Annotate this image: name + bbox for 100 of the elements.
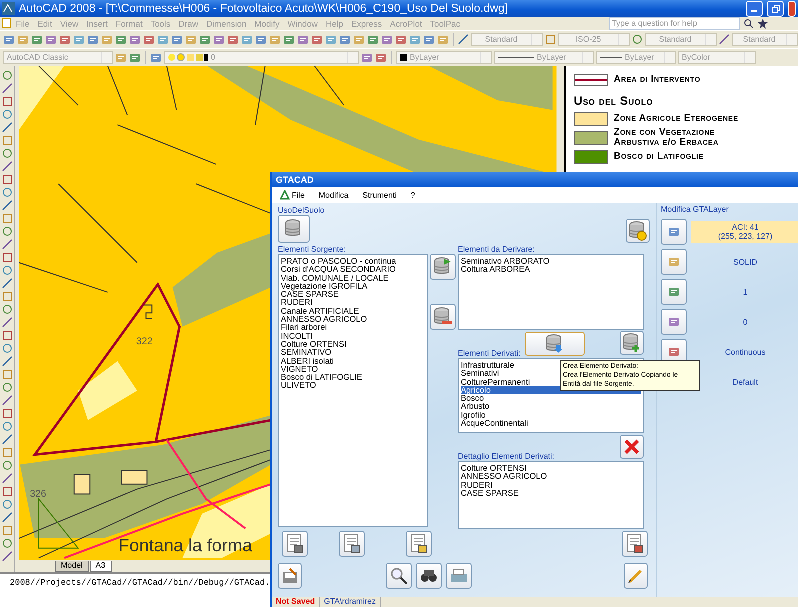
- settings-button[interactable]: [339, 531, 365, 557]
- toolbar-icon[interactable]: [59, 34, 71, 46]
- tool-icon[interactable]: [2, 382, 12, 393]
- list-item[interactable]: AcqueContinentali: [461, 419, 641, 428]
- tool-icon[interactable]: [2, 96, 12, 107]
- toolbar-icon[interactable]: [157, 34, 169, 46]
- minimize-button[interactable]: [746, 0, 763, 16]
- restore-button[interactable]: [767, 0, 784, 16]
- list-item[interactable]: Igrofilo: [461, 410, 641, 420]
- database-info-button[interactable]: [626, 219, 650, 243]
- list-item[interactable]: VIGNETO: [281, 364, 425, 374]
- toolbar-icon[interactable]: [395, 34, 407, 46]
- toolbar-icon[interactable]: [227, 34, 239, 46]
- toolbar-icon[interactable]: [668, 226, 680, 238]
- toolbar-icon[interactable]: [3, 34, 15, 46]
- toolbar-icon[interactable]: [437, 34, 449, 46]
- list-item[interactable]: Colture ORTENSI: [461, 464, 641, 472]
- toolbar-icon[interactable]: [129, 34, 141, 46]
- toolbar-icon[interactable]: [423, 34, 435, 46]
- list-item[interactable]: ANNESSO AGRICOLO: [461, 472, 641, 481]
- tool-icon[interactable]: [2, 486, 12, 497]
- menu-item[interactable]: File: [280, 190, 305, 200]
- print-button[interactable]: [622, 531, 648, 557]
- list-item[interactable]: Colture ORTENSI: [281, 340, 425, 348]
- toolbar-icon[interactable]: [311, 34, 323, 46]
- tool-icon[interactable]: [719, 34, 730, 45]
- draw-button[interactable]: [624, 563, 648, 589]
- toolbar-icon[interactable]: [31, 34, 43, 46]
- list-item[interactable]: CASE SPARSE: [281, 290, 425, 298]
- list-item[interactable]: ALBERI isolati: [281, 356, 425, 365]
- toolbar-icon[interactable]: [375, 52, 387, 64]
- toolbar-icon[interactable]: [185, 34, 197, 46]
- tool-icon[interactable]: [2, 265, 12, 276]
- edit-button[interactable]: [406, 531, 432, 557]
- tool-icon[interactable]: [458, 34, 469, 45]
- toolbar-icon[interactable]: [668, 346, 680, 358]
- toolbar-icon[interactable]: [255, 34, 267, 46]
- layout-tab[interactable]: Model: [55, 561, 89, 572]
- derive-list[interactable]: Seminativo ARBORATO Coltura ARBOREA: [458, 254, 644, 330]
- toolbar-icon[interactable]: [213, 34, 225, 46]
- tool-icon[interactable]: [2, 356, 12, 367]
- create-derived-button[interactable]: [524, 332, 585, 356]
- tool-icon[interactable]: [2, 395, 12, 406]
- list-item[interactable]: INCOLTI: [281, 332, 425, 340]
- list-item[interactable]: Arbusto: [461, 402, 641, 411]
- search-button[interactable]: [386, 563, 412, 589]
- tool-icon[interactable]: [2, 187, 12, 198]
- menu-item[interactable]: ?: [410, 190, 416, 200]
- list-item[interactable]: Viab. COMUNALE / LOCALE: [281, 274, 425, 282]
- tool-icon[interactable]: [2, 278, 12, 289]
- toolbar-icon[interactable]: [199, 34, 211, 46]
- toolbar-icon[interactable]: [143, 34, 155, 46]
- toolbar-icon[interactable]: [241, 34, 253, 46]
- save-button[interactable]: [278, 563, 302, 589]
- toolbar-icon[interactable]: [171, 34, 183, 46]
- close-button[interactable]: [788, 0, 796, 16]
- toolbar-icon[interactable]: [367, 34, 379, 46]
- tool-icon[interactable]: [2, 330, 12, 341]
- list-item[interactable]: Vegetazione IGROFILA: [281, 282, 425, 290]
- list-item[interactable]: Corsi d'ACQUA SECONDARIO: [281, 265, 425, 274]
- list-item[interactable]: Seminativo ARBORATO: [461, 257, 641, 266]
- tool-icon[interactable]: [2, 148, 12, 159]
- list-item[interactable]: RUDERI: [461, 480, 641, 489]
- toolbar-icon[interactable]: [668, 316, 680, 328]
- list-item[interactable]: ANNESSO AGRICOLO: [281, 315, 425, 324]
- color-button[interactable]: [661, 219, 687, 245]
- remove-button[interactable]: [430, 304, 456, 330]
- add-button[interactable]: [430, 254, 456, 280]
- tool-icon[interactable]: [2, 109, 12, 120]
- toolbar-icon[interactable]: [361, 52, 373, 64]
- toolbar-icon[interactable]: [325, 34, 337, 46]
- tool-icon[interactable]: [2, 538, 12, 549]
- list-item[interactable]: ULIVETO: [281, 381, 425, 390]
- tool-icon[interactable]: [2, 122, 12, 133]
- toolbar-icon[interactable]: [339, 34, 351, 46]
- tool-icon[interactable]: [2, 174, 12, 185]
- menu-item[interactable]: Strumenti: [362, 190, 397, 200]
- toolbar-icon[interactable]: [353, 34, 365, 46]
- tool-icon[interactable]: [2, 317, 12, 328]
- toolbar-icon[interactable]: [668, 286, 680, 298]
- tool-icon[interactable]: [2, 135, 12, 146]
- tool-icon[interactable]: [2, 434, 12, 445]
- list-item[interactable]: Coltura ARBOREA: [461, 265, 641, 274]
- tool-icon[interactable]: [2, 343, 12, 354]
- toolbar-icon[interactable]: [73, 34, 85, 46]
- tool-icon[interactable]: [2, 304, 12, 315]
- toolbar-icon[interactable]: [668, 256, 680, 268]
- tool-icon[interactable]: [2, 460, 12, 471]
- detail-list[interactable]: Colture ORTENSI ANNESSO AGRICOLO RUDERI CASE SPARSE: [458, 461, 644, 529]
- source-list[interactable]: [278, 254, 428, 527]
- tool-icon[interactable]: [2, 252, 12, 263]
- tool-icon[interactable]: [2, 447, 12, 458]
- tool-icon[interactable]: [2, 161, 12, 172]
- database-button[interactable]: [278, 215, 310, 243]
- toolbar-icon[interactable]: [101, 34, 113, 46]
- toolbar-icon[interactable]: [269, 34, 281, 46]
- list-item[interactable]: PRATO o PASCOLO - continua: [281, 257, 425, 266]
- list-item[interactable]: Filari arborei: [281, 323, 425, 332]
- list-item[interactable]: SEMINATIVO: [281, 348, 425, 357]
- tool-icon[interactable]: [2, 239, 12, 250]
